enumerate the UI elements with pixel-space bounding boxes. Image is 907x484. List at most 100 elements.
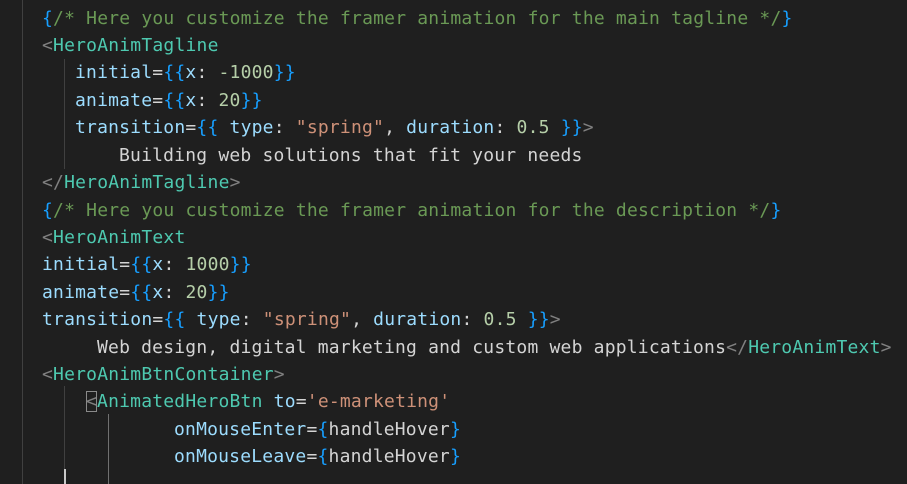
numeric-value: 20: [218, 90, 241, 111]
numeric-value: 1000: [185, 254, 230, 275]
object-key: duration: [406, 117, 495, 138]
string-value: "spring": [295, 117, 385, 138]
jsx-brace: }}: [560, 117, 583, 138]
jsx-brace: }: [770, 200, 782, 221]
operator: =: [152, 62, 164, 83]
tag-bracket: <: [42, 35, 54, 56]
code-editor[interactable]: {/* Here you customize the framer animat…: [0, 0, 907, 484]
operator: =: [152, 309, 164, 330]
prop-name: transition: [42, 309, 153, 330]
operator: =: [185, 117, 197, 138]
code-comment: /* Here you customize the framer animati…: [53, 200, 771, 221]
numeric-value: 20: [185, 282, 208, 303]
component-tag: HeroAnimTagline: [64, 172, 230, 193]
jsx-brace: }}: [273, 62, 296, 83]
tag-bracket: >: [229, 172, 241, 193]
jsx-brace: }}: [527, 309, 550, 330]
object-key: x: [152, 254, 164, 275]
tag-bracket: >: [880, 337, 892, 358]
jsx-brace: {{: [130, 254, 153, 275]
code-line-15[interactable]: <AnimatedHeroBtn to='e-marketing': [86, 388, 450, 415]
indent-guide: [22, 0, 23, 484]
jsx-text: Web design, digital marketing and custom…: [97, 337, 727, 358]
code-line-10[interactable]: initial={{x: 1000}}: [42, 251, 252, 278]
jsx-brace: {{: [163, 90, 186, 111]
jsx-brace: {: [42, 200, 54, 221]
operator: =: [119, 282, 131, 303]
jsx-brace: }}: [240, 90, 263, 111]
jsx-brace: }}: [229, 254, 252, 275]
code-line-16[interactable]: onMouseEnter={handleHover}: [174, 416, 461, 443]
numeric-value: 0.5: [483, 309, 517, 330]
numeric-value: -1000: [218, 62, 274, 83]
prop-name: onMouseEnter: [174, 419, 307, 440]
prop-name: animate: [42, 282, 120, 303]
operator: :: [196, 90, 219, 111]
string-value: "spring": [262, 309, 352, 330]
code-line-13[interactable]: Web design, digital marketing and custom…: [97, 334, 892, 361]
code-line-12[interactable]: transition={{ type: "spring", duration: …: [42, 306, 561, 333]
string-value: 'e-marketing': [306, 391, 451, 412]
prop-name: onMouseLeave: [174, 446, 307, 467]
operator: :: [273, 117, 296, 138]
object-key: type: [196, 309, 241, 330]
operator: :: [196, 62, 219, 83]
operator: :: [163, 254, 186, 275]
component-tag: HeroAnimText: [53, 227, 186, 248]
code-line-7[interactable]: </HeroAnimTagline>: [42, 169, 241, 196]
operator: :: [461, 309, 484, 330]
operator: ,: [351, 309, 374, 330]
code-line-5[interactable]: transition={{ type: "spring", duration: …: [75, 114, 594, 141]
component-tag: HeroAnimText: [748, 337, 881, 358]
tag-bracket-matched: <: [86, 391, 98, 412]
jsx-brace: {: [42, 8, 54, 29]
tag-bracket: </: [726, 337, 749, 358]
prop-name: to: [273, 391, 296, 412]
operator: =: [119, 254, 131, 275]
object-key: duration: [373, 309, 462, 330]
numeric-value: 0.5: [516, 117, 550, 138]
operator: :: [494, 117, 517, 138]
code-line-14[interactable]: <HeroAnimBtnContainer>: [42, 361, 285, 388]
operator: =: [152, 90, 164, 111]
indent-guide: [64, 59, 65, 169]
component-tag: HeroAnimTagline: [53, 35, 219, 56]
operator: =: [295, 391, 307, 412]
code-line-4[interactable]: animate={{x: 20}}: [75, 87, 263, 114]
jsx-brace: }: [449, 419, 461, 440]
jsx-brace: }}: [207, 282, 230, 303]
jsx-brace: {{: [130, 282, 153, 303]
jsx-brace: {{: [196, 117, 219, 138]
operator: :: [240, 309, 263, 330]
code-line-8[interactable]: {/* Here you customize the framer animat…: [42, 197, 782, 224]
object-key: x: [152, 282, 164, 303]
object-key: x: [185, 90, 197, 111]
prop-name: animate: [75, 90, 153, 111]
prop-name: initial: [75, 62, 153, 83]
tag-bracket: <: [42, 364, 54, 385]
code-line-11[interactable]: animate={{x: 20}}: [42, 279, 230, 306]
tag-bracket: >: [582, 117, 594, 138]
operator: :: [163, 282, 186, 303]
jsx-brace: {{: [163, 62, 186, 83]
code-line-2[interactable]: <HeroAnimTagline: [42, 32, 219, 59]
jsx-text: Building web solutions that fit your nee…: [119, 145, 583, 166]
prop-name: transition: [75, 117, 186, 138]
object-key: x: [185, 62, 197, 83]
object-key: type: [229, 117, 274, 138]
operator: =: [306, 419, 318, 440]
tag-bracket: >: [549, 309, 561, 330]
code-line-3[interactable]: initial={{x: -1000}}: [75, 59, 296, 86]
code-line-9[interactable]: <HeroAnimText: [42, 224, 186, 251]
identifier: handleHover: [328, 446, 450, 467]
code-line-17[interactable]: onMouseLeave={handleHover}: [174, 443, 461, 470]
code-line-1[interactable]: {/* Here you customize the framer animat…: [42, 5, 793, 32]
code-line-6[interactable]: Building web solutions that fit your nee…: [119, 142, 583, 169]
prop-name: initial: [42, 254, 120, 275]
component-tag: AnimatedHeroBtn: [97, 391, 263, 412]
jsx-brace: {{: [163, 309, 186, 330]
